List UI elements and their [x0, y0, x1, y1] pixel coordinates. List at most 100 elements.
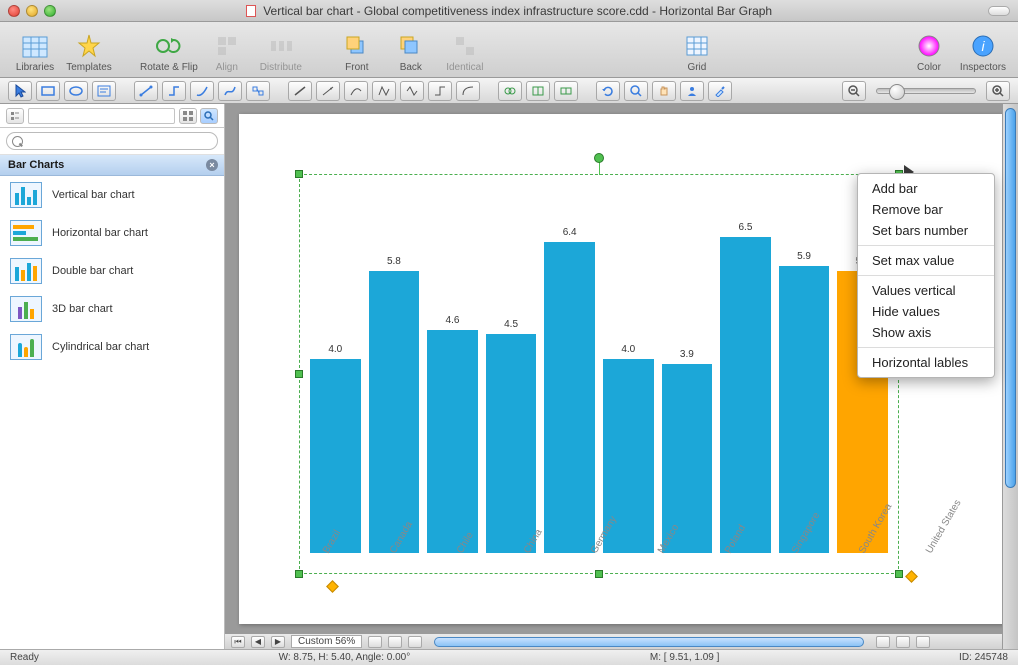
text-tool-button[interactable] [92, 81, 116, 101]
line-tool-1[interactable] [288, 81, 312, 101]
menu-separator [858, 275, 994, 276]
chart-context-menu: Add bar Remove bar Set bars number Set m… [857, 173, 995, 378]
menu-hide-values[interactable]: Hide values [858, 301, 994, 322]
library-item-3d-bar[interactable]: 3D bar chart [0, 290, 224, 328]
menu-set-bars-number[interactable]: Set bars number [858, 220, 994, 241]
distribute-button[interactable]: Distribute [256, 32, 306, 73]
rectangle-tool-button[interactable] [36, 81, 60, 101]
templates-button[interactable]: Templates [64, 32, 114, 73]
bar-poland[interactable]: 3.9 [662, 349, 713, 553]
connector-tool-2[interactable] [162, 81, 186, 101]
sidebar-search-button[interactable] [200, 108, 218, 124]
cylindrical-bar-chart-icon [10, 334, 42, 360]
bar-singapore[interactable]: 6.5 [720, 222, 771, 553]
minimize-window-button[interactable] [26, 5, 38, 17]
bar-chile[interactable]: 4.6 [427, 315, 478, 553]
bar-brazil[interactable]: 4.0 [310, 344, 361, 553]
vertical-scrollbar-thumb[interactable] [1005, 108, 1016, 488]
back-icon [397, 32, 425, 60]
line-tool-7[interactable] [456, 81, 480, 101]
grid-button[interactable]: Grid [672, 32, 722, 73]
pointer-tool-button[interactable] [8, 81, 32, 101]
footer-tool-1[interactable] [876, 636, 890, 648]
front-icon [343, 32, 371, 60]
close-section-icon[interactable]: × [206, 159, 218, 171]
front-button[interactable]: Front [332, 32, 382, 73]
zoom-level-field[interactable]: Custom 56% [291, 635, 362, 648]
eyedropper-tool[interactable] [708, 81, 732, 101]
line-tool-4[interactable] [372, 81, 396, 101]
window-title: Vertical bar chart - Global competitiven… [0, 4, 1018, 18]
hand-tool[interactable] [652, 81, 676, 101]
line-tool-3[interactable] [344, 81, 368, 101]
horizontal-scrollbar[interactable] [434, 637, 864, 647]
sidebar-filter-input[interactable] [28, 108, 175, 124]
menu-set-max-value[interactable]: Set max value [858, 250, 994, 271]
library-item-horizontal-bar[interactable]: Horizontal bar chart [0, 214, 224, 252]
connector-tool-3[interactable] [190, 81, 214, 101]
chart-selection-box[interactable]: 4.05.84.64.56.44.03.96.55.95.8 [299, 174, 899, 574]
menu-add-bar[interactable]: Add bar [858, 178, 994, 199]
refresh-tool[interactable] [596, 81, 620, 101]
status-mouse-position: M: [ 9.51, 1.09 ] [650, 652, 719, 663]
back-button[interactable]: Back [386, 32, 436, 73]
zoom-slider[interactable] [876, 88, 976, 94]
resize-handle-ml[interactable] [295, 370, 303, 378]
group-tool-1[interactable] [498, 81, 522, 101]
menu-values-vertical[interactable]: Values vertical [858, 280, 994, 301]
close-window-button[interactable] [8, 5, 20, 17]
line-tool-6[interactable] [428, 81, 452, 101]
group-tool-2[interactable] [526, 81, 550, 101]
line-tool-2[interactable] [316, 81, 340, 101]
page-thumb-3[interactable] [408, 636, 422, 648]
footer-tool-2[interactable] [896, 636, 910, 648]
color-button[interactable]: Color [904, 32, 954, 73]
identical-button[interactable]: Identical [440, 32, 490, 73]
page-prev-button[interactable]: ◀ [251, 636, 265, 648]
zoom-window-button[interactable] [44, 5, 56, 17]
rotate-flip-button[interactable]: Rotate & Flip [140, 32, 198, 73]
inspectors-button[interactable]: i Inspectors [958, 32, 1008, 73]
connector-tool-5[interactable] [246, 81, 270, 101]
libraries-button[interactable]: Libraries [10, 32, 60, 73]
vertical-scrollbar[interactable] [1002, 104, 1018, 649]
library-item-cylindrical-bar[interactable]: Cylindrical bar chart [0, 328, 224, 366]
bar-china[interactable]: 4.5 [486, 319, 537, 553]
page-next-button[interactable]: ▶ [271, 636, 285, 648]
menu-show-axis[interactable]: Show axis [858, 322, 994, 343]
resize-handle-tl[interactable] [295, 170, 303, 178]
bar-rect [486, 334, 537, 553]
ellipse-tool-button[interactable] [64, 81, 88, 101]
toolbar-toggle-pill[interactable] [988, 6, 1010, 16]
align-icon [213, 32, 241, 60]
resize-handle-bl[interactable] [295, 570, 303, 578]
page-thumb-2[interactable] [388, 636, 402, 648]
line-tool-5[interactable] [400, 81, 424, 101]
zoom-in-button[interactable] [986, 81, 1010, 101]
footer-tool-3[interactable] [916, 636, 930, 648]
rotate-flip-label: Rotate & Flip [140, 62, 198, 73]
sidebar-tree-toggle[interactable] [6, 108, 24, 124]
connector-tool-4[interactable] [218, 81, 242, 101]
bar-value-label: 5.9 [797, 251, 811, 262]
bar-value-label: 4.0 [621, 344, 635, 355]
library-item-label: Cylindrical bar chart [52, 341, 149, 353]
library-item-double-bar[interactable]: Double bar chart [0, 252, 224, 290]
menu-remove-bar[interactable]: Remove bar [858, 199, 994, 220]
rotation-handle[interactable] [594, 153, 604, 163]
page-first-button[interactable]: ⏮ [231, 636, 245, 648]
page-thumb-1[interactable] [368, 636, 382, 648]
sidebar-grid-view-button[interactable] [179, 108, 197, 124]
inspectors-icon: i [969, 32, 997, 60]
library-section-header[interactable]: Bar Charts × [0, 155, 224, 176]
library-item-vertical-bar[interactable]: Vertical bar chart [0, 176, 224, 214]
group-tool-3[interactable] [554, 81, 578, 101]
connector-tool-1[interactable] [134, 81, 158, 101]
menu-horizontal-labels[interactable]: Horizontal lables [858, 352, 994, 373]
person-tool[interactable] [680, 81, 704, 101]
bar-value-label: 6.5 [739, 222, 753, 233]
library-search-input[interactable] [6, 132, 218, 150]
align-button[interactable]: Align [202, 32, 252, 73]
zoom-out-button[interactable] [842, 81, 866, 101]
zoom-tool[interactable] [624, 81, 648, 101]
